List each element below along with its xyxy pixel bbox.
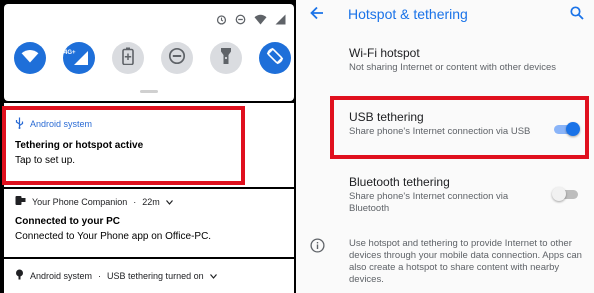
alarm-icon: [216, 12, 227, 30]
mobile-data-icon: 4G+: [64, 50, 89, 66]
page-title: Hotspot & tethering: [348, 6, 468, 22]
notification-usb-tethering[interactable]: Android system · USB tethering turned on: [4, 259, 294, 293]
bluetooth-tethering-title: Bluetooth tethering: [349, 175, 450, 189]
info-icon: [310, 238, 325, 258]
mobile-data-tile[interactable]: 4G+: [63, 42, 95, 74]
flashlight-tile[interactable]: [210, 42, 242, 74]
highlight-box: [330, 96, 589, 159]
do-not-disturb-icon: [235, 12, 246, 30]
android-icon: [15, 269, 24, 282]
chevron-down-icon[interactable]: [165, 197, 173, 207]
notification-summary: USB tethering turned on: [107, 270, 204, 281]
cell-signal-icon: [275, 12, 286, 30]
status-bar-icons: [216, 12, 286, 30]
wifi-signal-icon: [254, 12, 267, 30]
quick-settings-panel: 4G+: [4, 4, 294, 101]
search-icon[interactable]: [570, 6, 584, 25]
notification-app-name: Android system: [30, 270, 93, 281]
notification-header: Android system · USB tethering turned on: [15, 269, 217, 282]
auto-rotate-tile[interactable]: [259, 42, 291, 74]
do-not-disturb-tile[interactable]: [161, 42, 193, 74]
bluetooth-tethering-toggle[interactable]: [552, 186, 580, 202]
back-arrow-icon[interactable]: [310, 6, 324, 24]
your-phone-icon: [15, 195, 26, 208]
flashlight-icon: [220, 47, 232, 70]
wifi-hotspot-title: Wi-Fi hotspot: [349, 46, 420, 60]
auto-rotate-icon: [266, 47, 284, 70]
settings-screen: Hotspot & tethering Wi-Fi hotspot Not sh…: [296, 0, 594, 293]
notification-time: 22m: [142, 196, 160, 207]
wifi-tile[interactable]: [14, 42, 46, 74]
expand-handle[interactable]: [140, 90, 158, 93]
notification-app-name: Your Phone Companion: [32, 196, 128, 207]
battery-saver-tile[interactable]: [112, 42, 144, 74]
notification-text: Connected to Your Phone app on Office-PC…: [15, 231, 212, 242]
do-not-disturb-icon: [168, 47, 186, 70]
bluetooth-tethering-subtitle: Share phone's Internet connection via Bl…: [349, 191, 509, 214]
chevron-down-icon[interactable]: [209, 271, 217, 281]
notification-title: Connected to your PC: [15, 216, 121, 227]
battery-saver-icon: [122, 47, 134, 70]
highlight-box: [2, 106, 245, 185]
mobile-data-label: 4G+: [64, 50, 76, 56]
notification-header: Your Phone Companion · 22m: [15, 195, 173, 208]
app-bar: Hotspot & tethering: [296, 0, 594, 28]
notification-shade: 4G+ Android system Tethering or hotspot …: [0, 0, 294, 293]
wifi-hotspot-subtitle: Not sharing Internet or content with oth…: [349, 62, 557, 73]
info-footer-text: Use hotspot and tethering to provide Int…: [349, 238, 582, 285]
notification-your-phone[interactable]: Your Phone Companion · 22m Connected to …: [4, 189, 294, 257]
wifi-icon: [21, 49, 39, 68]
